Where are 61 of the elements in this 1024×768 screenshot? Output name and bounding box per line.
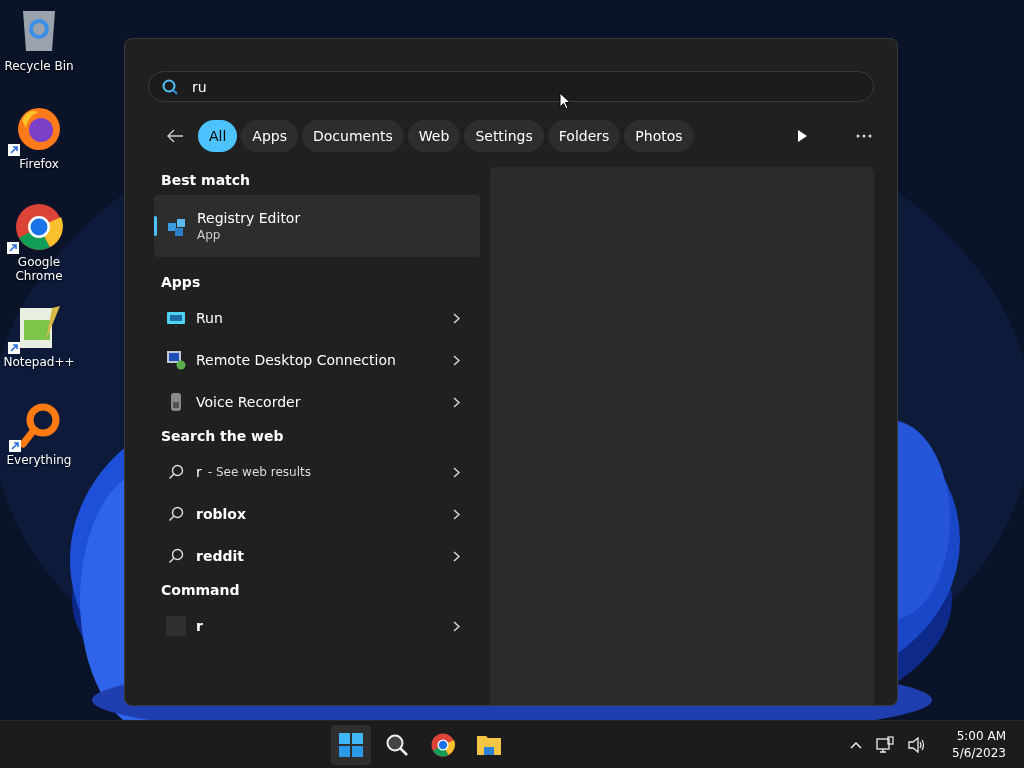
clock-date[interactable]: 5/6/2023 — [952, 744, 1006, 762]
result-item[interactable]: r — [154, 605, 480, 647]
play-icon[interactable] — [796, 129, 808, 143]
shortcut-arrow-icon — [7, 242, 19, 254]
mouse-cursor-icon — [559, 92, 571, 110]
shortcut-arrow-icon — [8, 342, 20, 354]
result-type: App — [197, 228, 222, 242]
chrome-icon[interactable] — [15, 203, 63, 251]
result-item[interactable]: r - See web results — [154, 451, 480, 493]
search-icon — [385, 732, 410, 757]
chevron-right-icon — [453, 466, 460, 478]
result-item[interactable]: Voice Recorder — [154, 381, 480, 423]
search-icon — [168, 464, 184, 480]
back-arrow-icon[interactable] — [166, 129, 184, 143]
section-heading: Command — [160, 581, 241, 600]
result-note: - See web results — [207, 465, 311, 479]
desktop-icon-label[interactable]: Google Chrome — [2, 255, 76, 283]
desktop-icon-label[interactable]: Everything — [2, 453, 76, 467]
more-icon[interactable] — [856, 134, 872, 138]
chrome-icon — [431, 732, 456, 757]
windows-logo-icon — [339, 732, 364, 757]
shortcut-arrow-icon — [8, 144, 20, 156]
desktop-icon-label[interactable]: Recycle Bin — [2, 59, 76, 73]
section-heading: Search the web — [160, 427, 285, 446]
microphone-icon — [170, 392, 182, 412]
chevron-up-icon[interactable] — [850, 740, 863, 749]
filter-chip[interactable]: Settings — [464, 120, 544, 152]
filter-chip[interactable]: Documents — [302, 120, 404, 152]
filter-chip[interactable]: Folders — [547, 120, 621, 152]
chevron-right-icon — [453, 550, 460, 562]
network-icon[interactable] — [876, 735, 895, 754]
best-match-item[interactable]: Registry Editor App — [154, 195, 480, 257]
filter-chip[interactable]: All — [198, 120, 238, 152]
taskbar-button[interactable] — [331, 724, 372, 765]
result-item[interactable]: roblox — [154, 493, 480, 535]
section-heading: Best match — [160, 171, 252, 190]
result-item[interactable]: Run — [154, 297, 480, 339]
run-window-icon — [166, 311, 186, 325]
chevron-right-icon — [453, 508, 460, 520]
result-title: Registry Editor — [197, 210, 301, 226]
search-field[interactable]: ru — [148, 71, 874, 102]
chevron-right-icon — [453, 312, 460, 324]
shortcut-arrow-icon — [9, 440, 21, 452]
result-item[interactable]: reddit — [154, 535, 480, 577]
firefox-icon[interactable] — [16, 106, 62, 152]
search-icon — [168, 506, 184, 522]
chevron-right-icon — [453, 620, 460, 632]
desktop-icon-label[interactable]: Notepad++ — [2, 355, 76, 369]
clock-time[interactable]: 5:00 AM — [956, 727, 1006, 745]
filter-chip[interactable]: Web — [407, 120, 461, 152]
result-item[interactable]: Remote Desktop Connection — [154, 339, 480, 381]
desktop-icon-label[interactable]: Firefox — [2, 157, 76, 171]
section-heading: Apps — [160, 273, 202, 292]
chevron-right-icon — [453, 354, 460, 366]
filter-chip[interactable]: Apps — [241, 120, 298, 152]
speaker-icon[interactable] — [908, 736, 927, 753]
folder-icon — [476, 733, 503, 756]
search-icon — [168, 548, 184, 564]
monitor-icon — [166, 350, 186, 370]
filter-chip[interactable]: Photos — [624, 120, 694, 152]
chevron-right-icon — [453, 396, 460, 408]
